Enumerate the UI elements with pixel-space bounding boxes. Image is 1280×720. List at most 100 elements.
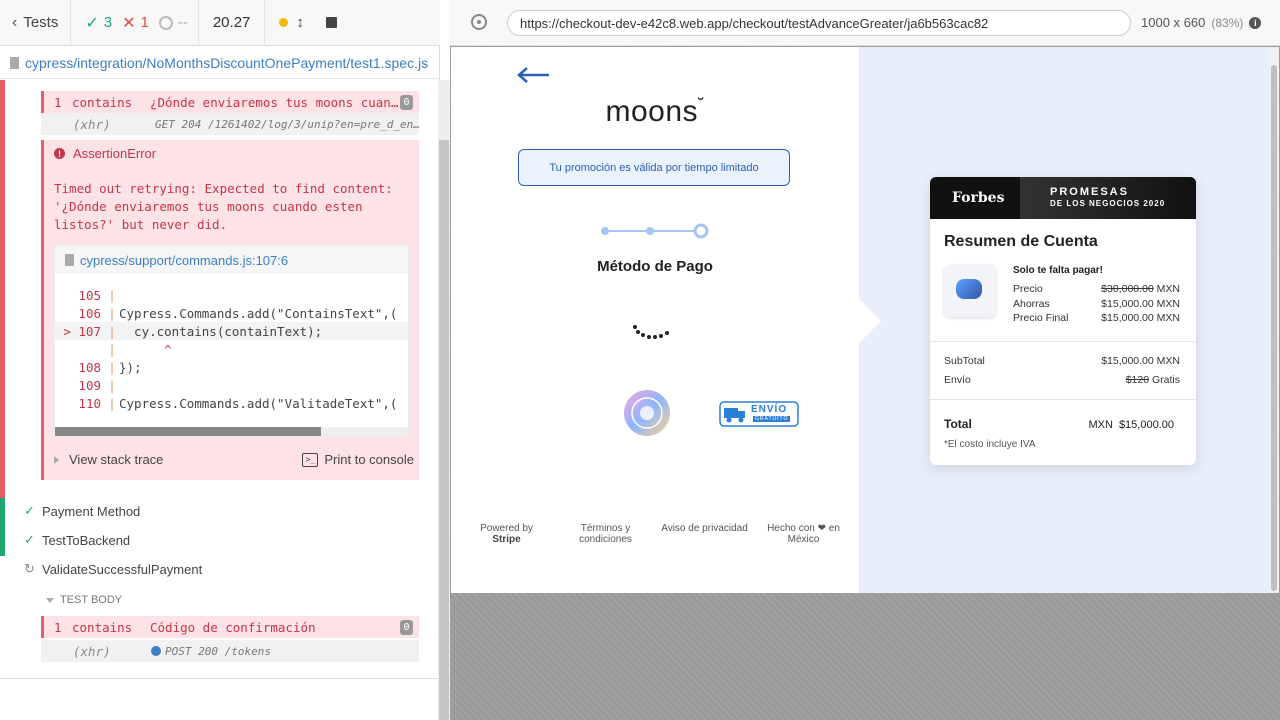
code-scrollbar-thumb[interactable] [55, 427, 321, 436]
logo-text: moons [605, 95, 699, 128]
error-title-text: AssertionError [73, 146, 157, 161]
check-icon: ✓ [24, 503, 35, 518]
chevron-left-icon: ‹ [12, 13, 18, 31]
xhr-row[interactable]: (xhr) POST 200 /tokens [41, 640, 419, 662]
shipping-row: Envío $120 Gratis [944, 374, 1180, 386]
status-dot-icon [279, 18, 289, 27]
elements-count-badge: 0 [400, 94, 413, 110]
command-name: (xhr) [73, 116, 111, 132]
privacy-link[interactable]: Aviso de privacidad [660, 523, 750, 545]
error-footer: View stack trace >_ Print to console [54, 452, 414, 467]
checkout-footer: Powered by Stripe Términos y condiciones … [451, 523, 859, 545]
moons-logo: moons˘ [605, 95, 705, 128]
loading-spinner-icon [633, 325, 669, 339]
print-to-console-button[interactable]: >_ Print to console [302, 452, 414, 467]
step-dot [646, 227, 654, 235]
print-console-label: Print to console [324, 452, 414, 467]
viewport-zoom: (83%) [1211, 15, 1244, 30]
error-panel: ! AssertionError Timed out retrying: Exp… [41, 140, 419, 480]
error-message: Timed out retrying: Expected to find con… [54, 181, 393, 232]
command-number: 1 [54, 94, 62, 110]
selector-playground-icon[interactable] [471, 14, 487, 30]
test-item-payment-method[interactable]: ✓ Payment Method [24, 500, 140, 522]
view-stack-trace-toggle[interactable]: View stack trace [54, 452, 163, 467]
checkout-app: moons˘ Tu promoción es válida por tiempo… [451, 47, 1269, 593]
code-line: 110 | Cypress.Commands.add("ValitadeText",… [78, 395, 398, 411]
url-field[interactable]: https://checkout-dev-e42c8.web.app/check… [507, 10, 1131, 36]
test-title: TestToBackend [42, 532, 131, 548]
powered-by-stripe-link[interactable]: Powered by Stripe [462, 523, 552, 545]
envio-sub-label: GRATUITO [753, 416, 791, 422]
total-row: Total MXN $15,000.00 [944, 415, 1180, 433]
auto-scroll-control[interactable]: ↕ [265, 0, 304, 46]
test-title: Payment Method [42, 503, 141, 519]
product-image [944, 265, 996, 317]
url-text: https://checkout-dev-e42c8.web.app/check… [520, 15, 989, 31]
app-scrollbar-thumb[interactable] [1271, 65, 1277, 591]
test-body-label: TEST BODY [60, 594, 123, 606]
error-title: ! AssertionError [54, 146, 156, 161]
envio-label: ENVÍO [751, 404, 788, 415]
aut-header: https://checkout-dev-e42c8.web.app/check… [450, 0, 1280, 46]
pending-count: -- [158, 0, 198, 46]
command-message: Código de confirmación [150, 619, 316, 635]
reporter-commands: 1 contains ¿Dónde enviaremos tus moons c… [0, 80, 438, 678]
test-item-validate-successful-payment[interactable]: ↻ ValidateSuccessfulPayment [24, 558, 202, 580]
command-message: ¿Dónde enviaremos tus moons cuan… [150, 94, 399, 110]
xhr-row[interactable]: (xhr) GET 204 /1261402/log/3/unip?en=pre… [41, 113, 419, 135]
reporter-header: ‹ Tests ✓ 3 ✕ 1 -- 20.27 ↕ [0, 0, 440, 46]
code-line: 108 |}); [78, 359, 142, 375]
terms-link[interactable]: Términos y condiciones [561, 523, 651, 545]
code-line-highlighted: > 107 | cy.contains(containText); [55, 322, 408, 340]
test-body-toggle[interactable]: TEST BODY [46, 594, 122, 606]
elements-count-badge: 0 [400, 619, 413, 635]
command-message: GET 204 /1261402/log/3/unip?en=pre_d_en… [155, 117, 419, 131]
price-row: Precio Final $15,000.00 MXN [1013, 312, 1180, 324]
info-icon: i [1249, 16, 1262, 29]
app-scrollbar[interactable] [1269, 47, 1279, 593]
code-file-text: cypress/support/commands.js:107:6 [80, 252, 289, 268]
promo-banner: Tu promoción es válida por tiempo limita… [518, 149, 790, 186]
price-row: Precio $30,000.00 MXN [1013, 283, 1180, 295]
step-dot-active [693, 223, 709, 239]
total-amount: MXN $15,000.00 [1088, 419, 1174, 431]
subtotal-row: SubTotal $15,000.00 MXN [944, 355, 1180, 367]
code-line: 106 | Cypress.Commands.add("ContainsText",… [78, 305, 398, 321]
code-lines: 105 | 106 | Cypress.Commands.add("ContainsT… [55, 274, 408, 412]
aut-frame: moons˘ Tu promoción es válida por tiempo… [450, 46, 1280, 720]
account-summary-card: Forbes PROMESAS DE LOS NEGOCIOS 2020 Res… [930, 177, 1196, 465]
test-item-test-to-backend[interactable]: ✓ TestToBackend [24, 529, 130, 551]
passed-test-bar [0, 527, 5, 556]
tests-button[interactable]: ‹ Tests [0, 0, 72, 46]
terminal-icon: >_ [302, 452, 319, 467]
free-shipping-badge: ENVÍO GRATUITO [719, 401, 799, 427]
caret-right-icon [54, 455, 59, 464]
price-row: Ahorras $15,000.00 MXN [1013, 297, 1180, 310]
forbes-logo: Forbes [952, 190, 1005, 206]
file-icon [10, 56, 19, 69]
failed-count: ✕ 1 [122, 0, 159, 46]
command-row[interactable]: 1 contains ¿Dónde enviaremos tus moons c… [41, 91, 419, 113]
spec-path[interactable]: cypress/integration/NoMonthsDiscountOneP… [0, 47, 440, 79]
back-arrow-icon[interactable] [517, 65, 551, 85]
viewport-info[interactable]: 1000 x 660 (83%) i [1141, 15, 1262, 30]
guarantee-seal-icon [624, 390, 670, 436]
checkout-stepper [601, 223, 709, 239]
iva-note: *El costo incluye IVA [944, 439, 1036, 450]
code-line: 105 | [78, 287, 116, 303]
check-icon: ✓ [85, 14, 99, 32]
promesas-label: PROMESAS DE LOS NEGOCIOS 2020 [1020, 177, 1196, 219]
remaining-payment-label: Solo te falta pagar! [1013, 265, 1104, 276]
code-file-link[interactable]: cypress/support/commands.js:107:6 [55, 246, 408, 274]
passed-value: 3 [103, 14, 113, 31]
command-name: contains [72, 94, 133, 110]
divider [930, 399, 1196, 400]
stack-trace-label: View stack trace [69, 452, 164, 467]
arrows-vertical-icon: ↕ [296, 14, 304, 31]
stop-button[interactable] [325, 0, 337, 46]
stop-icon [325, 17, 337, 28]
command-row[interactable]: 1 contains Código de confirmación 0 [41, 616, 419, 638]
alert-icon: ! [54, 148, 65, 159]
reporter-scrollbar-thumb[interactable] [439, 140, 449, 720]
passed-count: ✓ 3 [71, 0, 122, 46]
